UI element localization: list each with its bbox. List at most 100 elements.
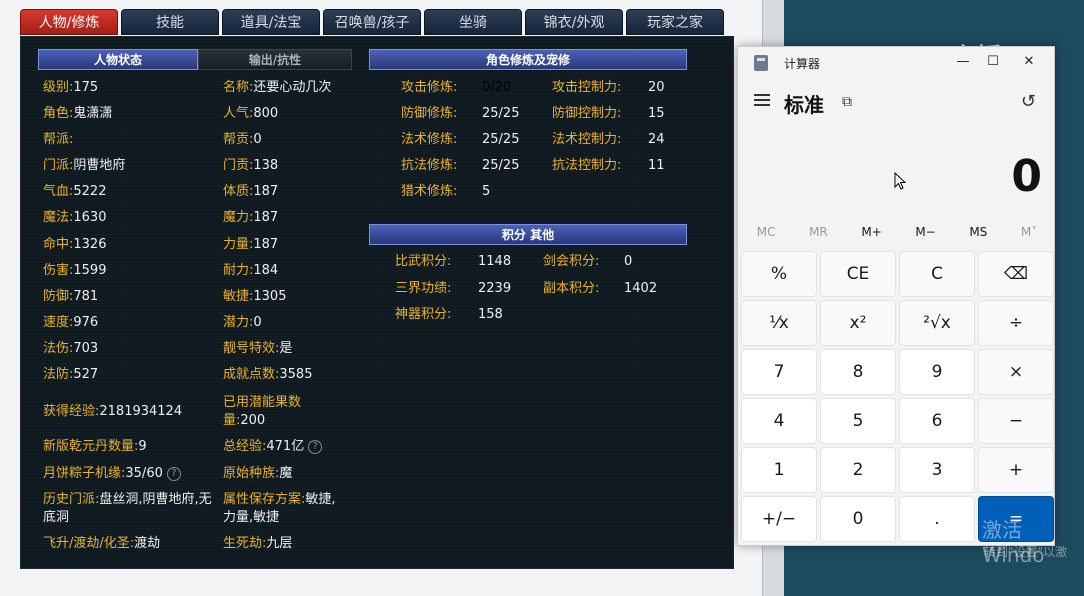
memory-row: MC MR M+ M− MS M˅ <box>740 225 1054 239</box>
stat-potential: 潜力:0 <box>223 315 262 330</box>
negate-button[interactable]: +/− <box>741 496 817 542</box>
cultivation-defense-value: 25/25 <box>482 106 520 121</box>
stat-history-school: 历史门派:盘丝洞,阴曹地府,无底洞 <box>43 492 212 525</box>
cultivation-magic-value: 25/25 <box>482 132 520 147</box>
digit-7-button[interactable]: 7 <box>741 349 817 395</box>
stat-life-death: 生死劫:九层 <box>223 536 293 551</box>
stat-save-plan: 属性保存方案:敏捷,力量,敏捷 <box>223 492 336 525</box>
stat-hit: 命中:1326 <box>43 237 107 252</box>
stat-exp-gained: 获得经验:2181934124 <box>43 404 183 419</box>
digit-1-button[interactable]: 1 <box>741 447 817 493</box>
minimize-icon[interactable]: — <box>948 51 978 73</box>
digit-3-button[interactable]: 3 <box>899 447 975 493</box>
backspace-button[interactable]: ⌫ <box>978 251 1054 297</box>
tab-character[interactable]: 人物/修炼 <box>20 9 118 35</box>
stat-constitution: 体质:187 <box>223 184 279 199</box>
stat-school: 门派:阴曹地府 <box>43 158 126 173</box>
control-defense-value: 15 <box>648 106 665 121</box>
decimal-button[interactable]: . <box>899 496 975 542</box>
cultivation-magic: 法术修炼: <box>401 132 458 147</box>
square-button[interactable]: x² <box>820 300 896 346</box>
calculator-mode: 标准 <box>784 93 824 117</box>
cultivation-defense: 防御修炼: <box>401 106 458 121</box>
digit-4-button[interactable]: 4 <box>741 398 817 444</box>
reciprocal-button[interactable]: ⅟x <box>741 300 817 346</box>
digit-8-button[interactable]: 8 <box>820 349 896 395</box>
stat-magic-damage: 法伤:703 <box>43 341 99 356</box>
stat-ascension: 飞升/渡劫/化圣:渡劫 <box>43 536 161 551</box>
memory-list-button[interactable]: M˅ <box>1021 225 1037 239</box>
stat-role: 角色:鬼潇潇 <box>43 106 113 121</box>
stat-race: 原始种族:魔 <box>223 466 293 481</box>
stat-mooncake: 月饼粽子机缘:35/60? <box>43 465 181 483</box>
output-header[interactable]: 输出/抗性 <box>198 49 352 70</box>
points-merit: 三界功绩: <box>395 281 452 296</box>
stat-school-contribution: 门贡:138 <box>223 158 279 173</box>
tab-outfits[interactable]: 锦衣/外观 <box>525 9 623 35</box>
percent-button[interactable]: % <box>741 251 817 297</box>
divide-button[interactable]: ÷ <box>978 300 1054 346</box>
points-dungeon: 副本积分: <box>543 281 600 296</box>
tab-bar: 人物/修炼 技能 道具/法宝 召唤兽/孩子 坐骑 锦衣/外观 玩家之家 <box>20 9 724 35</box>
control-attack-value: 20 <box>648 80 665 95</box>
control-resist-value: 11 <box>648 158 665 173</box>
windows-activation-subtitle: 转到"设置"以激 <box>984 545 1068 559</box>
control-magic-value: 24 <box>648 132 665 147</box>
memory-store-button[interactable]: MS <box>969 225 987 239</box>
clear-button[interactable]: C <box>899 251 975 297</box>
multiply-button[interactable]: × <box>978 349 1054 395</box>
menu-icon[interactable] <box>754 94 770 106</box>
add-button[interactable]: + <box>978 447 1054 493</box>
tab-mounts[interactable]: 坐骑 <box>424 9 522 35</box>
digit-0-button[interactable]: 0 <box>820 496 896 542</box>
digit-5-button[interactable]: 5 <box>820 398 896 444</box>
calculator-title: 计算器 <box>784 57 821 71</box>
maximize-icon[interactable]: ☐ <box>978 51 1008 73</box>
cultivation-header: 角色修炼及宠修 <box>369 49 687 70</box>
digit-2-button[interactable]: 2 <box>820 447 896 493</box>
memory-recall-button[interactable]: MR <box>809 225 828 239</box>
keypad: % CE C ⌫ ⅟x x² ²√x ÷ 7 8 9 × 4 5 6 − 1 2… <box>741 251 1054 542</box>
memory-subtract-button[interactable]: M− <box>915 225 935 239</box>
stat-guild-contribution: 帮贡:0 <box>223 132 262 147</box>
mouse-cursor-icon <box>894 172 906 190</box>
calculator-window: 计算器 — ☐ ✕ 标准 ⧉ ↺ 0 MC MR M+ M− MS M˅ % C… <box>737 46 1055 546</box>
points-arena: 比武积分: <box>395 254 452 269</box>
digit-9-button[interactable]: 9 <box>899 349 975 395</box>
points-artifact-value: 158 <box>478 307 503 322</box>
stat-hp: 气血:5222 <box>43 184 107 199</box>
tab-summons[interactable]: 召唤兽/孩子 <box>323 9 421 35</box>
tab-home[interactable]: 玩家之家 <box>626 9 724 35</box>
stat-magic-defense: 法防:527 <box>43 367 99 382</box>
points-sword: 剑会积分: <box>543 254 600 269</box>
square-root-button[interactable]: ²√x <box>899 300 975 346</box>
stat-achievement: 成就点数:3585 <box>223 367 313 382</box>
stat-damage: 伤害:1599 <box>43 263 107 278</box>
status-header[interactable]: 人物状态 <box>38 49 198 70</box>
subtract-button[interactable]: − <box>978 398 1054 444</box>
memory-add-button[interactable]: M+ <box>861 225 881 239</box>
stat-level: 级别:175 <box>43 80 99 95</box>
tab-items[interactable]: 道具/法宝 <box>222 9 320 35</box>
stat-magic: 魔力:187 <box>223 210 279 225</box>
tab-skills[interactable]: 技能 <box>121 9 219 35</box>
stat-speed: 速度:976 <box>43 315 99 330</box>
stat-potential-fruit: 已用潜能果数量:200 <box>223 395 302 428</box>
keep-on-top-icon[interactable]: ⧉ <box>842 94 852 110</box>
close-icon[interactable]: ✕ <box>1014 51 1044 73</box>
stat-guild: 帮派: <box>43 132 74 147</box>
help-icon[interactable]: ? <box>308 439 323 454</box>
clear-entry-button[interactable]: CE <box>820 251 896 297</box>
stat-popularity: 人气:800 <box>223 106 279 121</box>
points-artifact: 神器积分: <box>395 307 452 322</box>
cultivation-attack: 攻击修炼: <box>401 80 458 95</box>
points-sword-value: 0 <box>624 254 633 269</box>
cultivation-resist-value: 25/25 <box>482 158 520 173</box>
control-resist: 抗法控制力: <box>552 158 622 173</box>
history-icon[interactable]: ↺ <box>1021 91 1036 112</box>
help-icon[interactable]: ? <box>166 466 181 481</box>
cultivation-attack-value: 0/20 <box>482 80 512 95</box>
calculator-app-icon <box>754 55 768 71</box>
memory-clear-button[interactable]: MC <box>757 225 776 239</box>
digit-6-button[interactable]: 6 <box>899 398 975 444</box>
